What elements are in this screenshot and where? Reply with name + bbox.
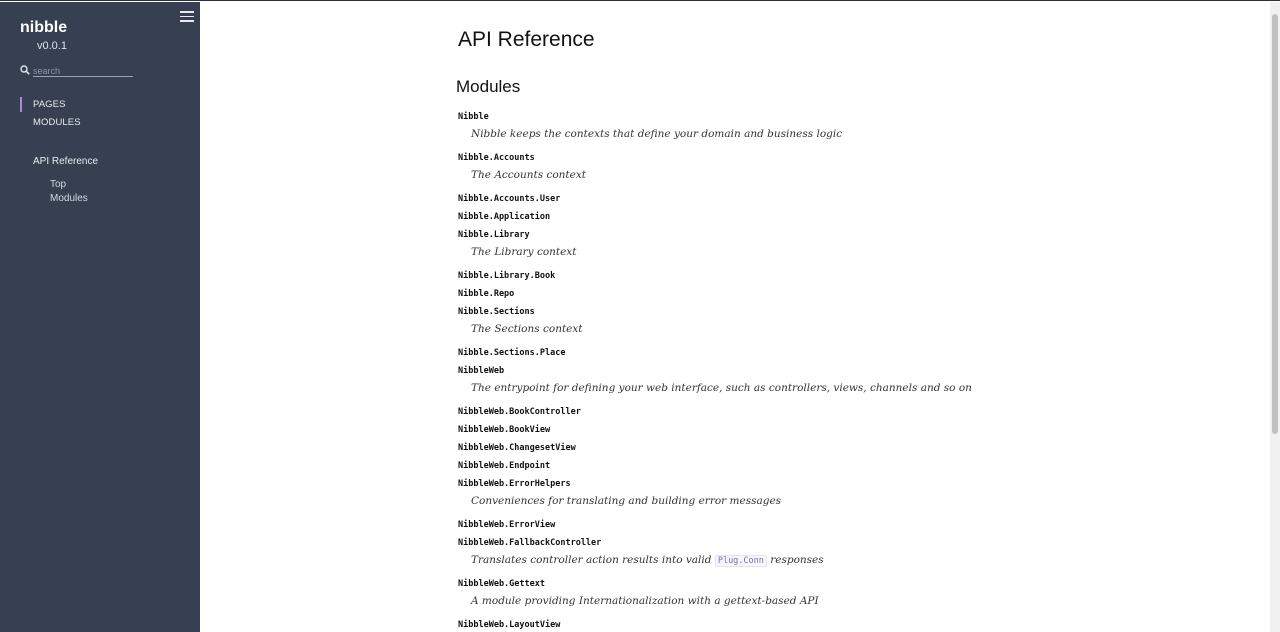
module-link[interactable]: NibbleWeb.Endpoint xyxy=(458,461,550,471)
module-link[interactable]: NibbleWeb.LayoutView xyxy=(458,620,560,630)
module-description: A module providing Internationalization … xyxy=(471,595,819,607)
inline-code-plug-conn[interactable]: Plug.Conn xyxy=(714,555,767,567)
description-text: Translates controller action results int… xyxy=(471,554,712,566)
main-content: API Reference Modules Nibble Nibble keep… xyxy=(200,2,1270,632)
search-input[interactable] xyxy=(33,65,133,77)
module-link[interactable]: Nibble.Accounts xyxy=(458,153,535,163)
page-title: API Reference xyxy=(458,28,595,51)
sidebar: nibble v0.0.1 PAGES MODULES API Referenc… xyxy=(0,2,200,632)
module-link[interactable]: NibbleWeb.Gettext xyxy=(458,579,545,589)
tab-pages[interactable]: PAGES xyxy=(20,97,81,116)
project-name[interactable]: nibble xyxy=(20,19,67,37)
module-description: The Library context xyxy=(471,246,577,258)
vertical-scrollbar[interactable] xyxy=(1270,2,1280,632)
module-link[interactable]: Nibble.Sections xyxy=(458,307,535,317)
module-link[interactable]: Nibble.Application xyxy=(458,212,550,222)
module-link[interactable]: Nibble.Repo xyxy=(458,289,514,299)
module-link[interactable]: Nibble.Library xyxy=(458,230,530,240)
sidebar-subitem-modules[interactable]: Modules xyxy=(50,193,88,204)
module-description: Nibble keeps the contexts that define yo… xyxy=(471,128,843,140)
module-description: The Sections context xyxy=(471,323,583,335)
module-description: The Accounts context xyxy=(471,169,586,181)
tab-modules[interactable]: MODULES xyxy=(20,116,81,134)
module-description: Translates controller action results int… xyxy=(471,554,824,567)
section-title-modules: Modules xyxy=(456,77,521,96)
module-description: Conveniences for translating and buildin… xyxy=(471,495,782,507)
sidebar-item-api-reference[interactable]: API Reference xyxy=(33,156,98,167)
module-link[interactable]: NibbleWeb.FallbackController xyxy=(458,538,601,548)
module-link[interactable]: NibbleWeb.ErrorView xyxy=(458,520,555,530)
module-link[interactable]: NibbleWeb.ChangesetView xyxy=(458,443,576,453)
sidebar-subitem-top[interactable]: Top xyxy=(50,179,66,190)
module-link[interactable]: NibbleWeb.BookView xyxy=(458,425,550,435)
sidebar-type-tabs: PAGES MODULES xyxy=(20,97,81,134)
module-description: The entrypoint for defining your web int… xyxy=(471,382,972,394)
scrollbar-thumb[interactable] xyxy=(1272,14,1278,434)
module-link[interactable]: Nibble.Sections.Place xyxy=(458,348,565,358)
hamburger-menu-icon[interactable] xyxy=(180,10,194,22)
module-link[interactable]: NibbleWeb.BookController xyxy=(458,407,581,417)
module-link[interactable]: Nibble.Library.Book xyxy=(458,271,555,281)
module-link[interactable]: NibbleWeb.ErrorHelpers xyxy=(458,479,571,489)
search-bar xyxy=(20,65,134,79)
search-icon xyxy=(20,65,30,75)
app-window: nibble v0.0.1 PAGES MODULES API Referenc… xyxy=(0,0,1280,632)
module-link[interactable]: Nibble.Accounts.User xyxy=(458,194,560,204)
module-link[interactable]: Nibble xyxy=(458,112,489,122)
description-text: responses xyxy=(770,554,824,566)
project-version: v0.0.1 xyxy=(37,40,67,52)
module-link[interactable]: NibbleWeb xyxy=(458,366,504,376)
